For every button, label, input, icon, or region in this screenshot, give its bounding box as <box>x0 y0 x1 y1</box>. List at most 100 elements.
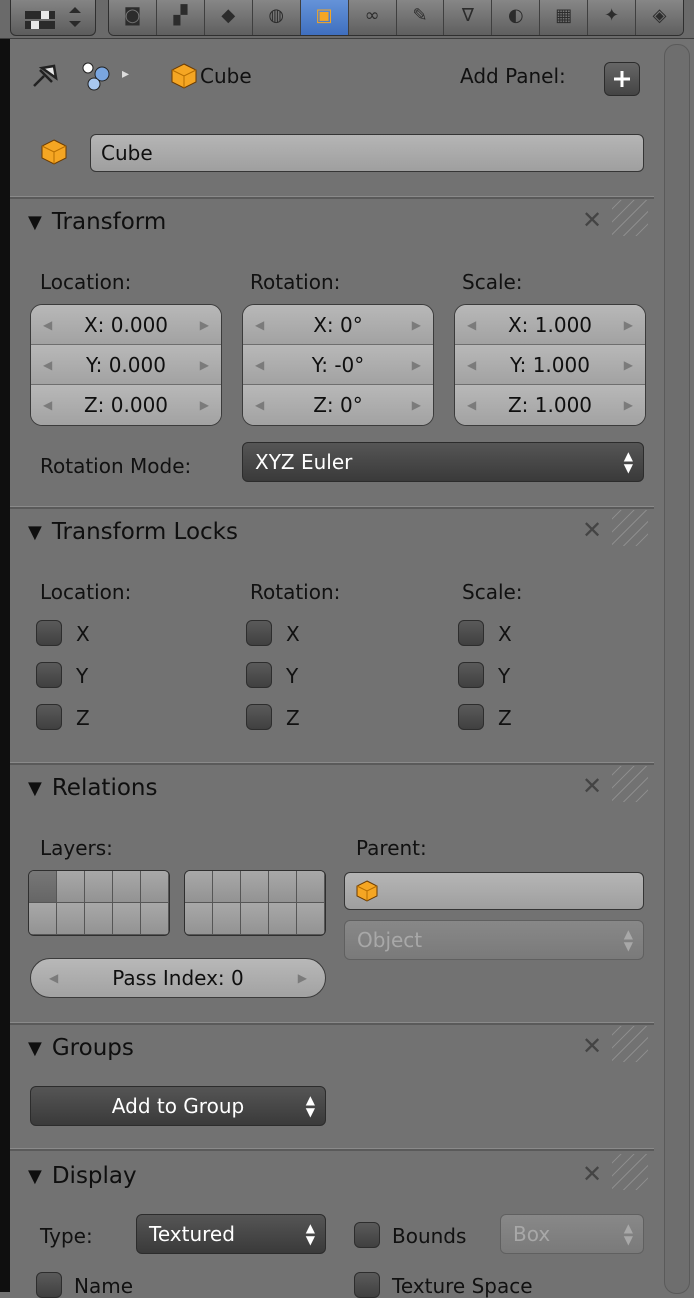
layer-button[interactable] <box>297 871 325 903</box>
location-y-field[interactable]: ◀ Y: 0.000 ▶ <box>31 345 221 385</box>
close-panel-icon[interactable]: ✕ <box>582 206 602 234</box>
relations-panel-header[interactable]: ▼ Relations <box>28 768 157 808</box>
name-checkbox[interactable] <box>36 1272 62 1298</box>
object-tab[interactable]: ▣ <box>300 0 349 35</box>
layers-grid-left[interactable] <box>28 870 170 936</box>
close-panel-icon[interactable]: ✕ <box>582 516 602 544</box>
transform-panel-header[interactable]: ▼ Transform <box>28 202 166 242</box>
decrement-arrow-icon[interactable]: ◀ <box>467 358 476 372</box>
parent-type-dropdown[interactable]: Object ▲ ▼ <box>344 920 644 960</box>
lock-location-y-checkbox[interactable] <box>36 662 62 688</box>
add-panel-button[interactable] <box>604 62 640 96</box>
increment-arrow-icon[interactable]: ▶ <box>200 318 209 332</box>
rotation-z-field[interactable]: ◀ Z: 0° ▶ <box>243 385 433 425</box>
decrement-arrow-icon[interactable]: ◀ <box>467 318 476 332</box>
layer-button[interactable] <box>241 871 269 903</box>
texture-space-checkbox[interactable] <box>354 1272 380 1298</box>
transform-locks-panel-header[interactable]: ▼ Transform Locks <box>28 512 238 552</box>
particles-tab[interactable]: ✦ <box>588 0 637 35</box>
layer-button[interactable] <box>29 871 57 903</box>
lock-rotation-z-checkbox[interactable] <box>246 704 272 730</box>
editor-type-selector[interactable] <box>10 0 96 36</box>
rotation-mode-dropdown[interactable]: XYZ Euler ▲ ▼ <box>242 442 644 482</box>
scale-z-field[interactable]: ◀ Z: 1.000 ▶ <box>455 385 645 425</box>
increment-arrow-icon[interactable]: ▶ <box>624 318 633 332</box>
layer-button[interactable] <box>213 871 241 903</box>
lock-scale-x-checkbox[interactable] <box>458 620 484 646</box>
decrement-arrow-icon[interactable]: ◀ <box>467 398 476 412</box>
increment-arrow-icon[interactable]: ▶ <box>412 358 421 372</box>
layer-button[interactable] <box>141 871 169 903</box>
display-type-dropdown[interactable]: Textured ▲ ▼ <box>136 1214 326 1254</box>
scene-tab[interactable]: ◆ <box>204 0 253 35</box>
layer-button[interactable] <box>113 903 141 935</box>
close-panel-icon[interactable]: ✕ <box>582 1160 602 1188</box>
decrement-arrow-icon[interactable]: ◀ <box>255 318 264 332</box>
increment-arrow-icon[interactable]: ▶ <box>200 398 209 412</box>
panel-drag-grip[interactable] <box>612 510 648 546</box>
scale-y-field[interactable]: ◀ Y: 1.000 ▶ <box>455 345 645 385</box>
layer-button[interactable] <box>213 903 241 935</box>
layer-button[interactable] <box>113 871 141 903</box>
scale-x-field[interactable]: ◀ X: 1.000 ▶ <box>455 305 645 345</box>
increment-arrow-icon[interactable]: ▶ <box>412 318 421 332</box>
object-name-field[interactable]: Cube <box>90 134 644 172</box>
layer-button[interactable] <box>57 871 85 903</box>
bounds-type-dropdown[interactable]: Box ▲ ▼ <box>500 1214 644 1254</box>
texture-tab[interactable]: ▦ <box>540 0 589 35</box>
increment-arrow-icon[interactable]: ▶ <box>298 971 307 985</box>
increment-arrow-icon[interactable]: ▶ <box>624 398 633 412</box>
layer-button[interactable] <box>269 903 297 935</box>
world-tab[interactable]: ◍ <box>252 0 301 35</box>
increment-arrow-icon[interactable]: ▶ <box>412 398 421 412</box>
panel-drag-grip[interactable] <box>612 1154 648 1190</box>
scrollbar[interactable] <box>664 44 690 1294</box>
layers-grid-right[interactable] <box>184 870 326 936</box>
location-x-field[interactable]: ◀ X: 0.000 ▶ <box>31 305 221 345</box>
material-tab[interactable]: ◐ <box>492 0 541 35</box>
lock-scale-y-checkbox[interactable] <box>458 662 484 688</box>
decrement-arrow-icon[interactable]: ◀ <box>49 971 58 985</box>
decrement-arrow-icon[interactable]: ◀ <box>255 358 264 372</box>
layer-button[interactable] <box>269 871 297 903</box>
location-z-field[interactable]: ◀ Z: 0.000 ▶ <box>31 385 221 425</box>
add-to-group-button[interactable]: Add to Group ▲ ▼ <box>30 1086 326 1126</box>
pass-index-field[interactable]: ◀ Pass Index: 0 ▶ <box>30 958 326 998</box>
layer-button[interactable] <box>185 871 213 903</box>
layer-button[interactable] <box>141 903 169 935</box>
lock-rotation-x-checkbox[interactable] <box>246 620 272 646</box>
render-layers-tab[interactable]: ▞ <box>156 0 205 35</box>
lock-scale-z-checkbox[interactable] <box>458 704 484 730</box>
lock-location-z-checkbox[interactable] <box>36 704 62 730</box>
rotation-x-field[interactable]: ◀ X: 0° ▶ <box>243 305 433 345</box>
decrement-arrow-icon[interactable]: ◀ <box>43 318 52 332</box>
decrement-arrow-icon[interactable]: ◀ <box>43 358 52 372</box>
decrement-arrow-icon[interactable]: ◀ <box>255 398 264 412</box>
lock-rotation-y-checkbox[interactable] <box>246 662 272 688</box>
layer-button[interactable] <box>297 903 325 935</box>
layer-button[interactable] <box>85 871 113 903</box>
panel-drag-grip[interactable] <box>612 200 648 236</box>
pin-icon[interactable] <box>30 62 62 95</box>
increment-arrow-icon[interactable]: ▶ <box>200 358 209 372</box>
rotation-y-field[interactable]: ◀ Y: -0° ▶ <box>243 345 433 385</box>
constraints-tab[interactable]: ∞ <box>348 0 397 35</box>
layer-button[interactable] <box>85 903 113 935</box>
increment-arrow-icon[interactable]: ▶ <box>624 358 633 372</box>
render-tab[interactable]: ◙ <box>109 0 157 35</box>
modifiers-tab[interactable]: ✎ <box>396 0 445 35</box>
panel-drag-grip[interactable] <box>612 766 648 802</box>
parent-field[interactable] <box>344 872 644 910</box>
layer-button[interactable] <box>57 903 85 935</box>
display-panel-header[interactable]: ▼ Display <box>28 1156 137 1196</box>
lock-location-x-checkbox[interactable] <box>36 620 62 646</box>
data-tab[interactable]: ∇ <box>444 0 493 35</box>
physics-tab[interactable]: ◈ <box>636 0 683 35</box>
bounds-checkbox[interactable] <box>354 1222 380 1248</box>
close-panel-icon[interactable]: ✕ <box>582 1032 602 1060</box>
layer-button[interactable] <box>241 903 269 935</box>
decrement-arrow-icon[interactable]: ◀ <box>43 398 52 412</box>
layer-button[interactable] <box>29 903 57 935</box>
groups-panel-header[interactable]: ▼ Groups <box>28 1028 134 1068</box>
close-panel-icon[interactable]: ✕ <box>582 772 602 800</box>
